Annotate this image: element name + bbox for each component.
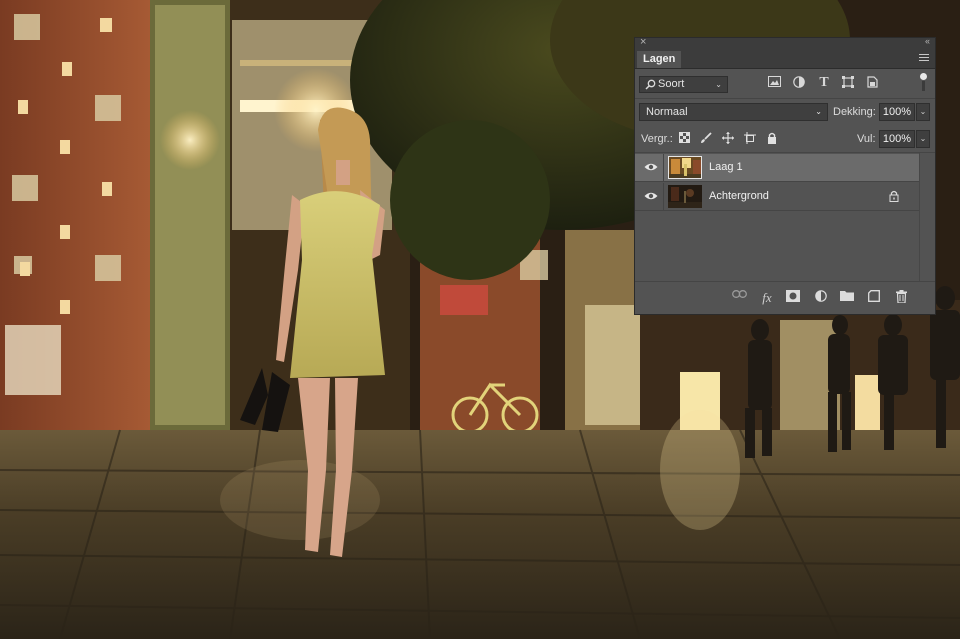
link-layers-icon[interactable] xyxy=(731,290,747,306)
adjustment-filter-icon[interactable] xyxy=(792,76,806,90)
layers-panel: × ‹‹ Lagen Soort ⌄ T Normaal ⌄ Dekking: … xyxy=(634,36,936,315)
type-filter-icon[interactable]: T xyxy=(817,76,831,90)
layer-list: Laag 1 Achtergrond xyxy=(635,153,935,282)
visibility-eye-icon[interactable] xyxy=(644,162,658,174)
lock-label: Vergr.: xyxy=(641,133,673,145)
blend-row: Normaal ⌄ Dekking: 100% ⌄ xyxy=(635,103,935,121)
filter-kind-label: Soort xyxy=(658,78,685,90)
filter-kind-select[interactable]: Soort ⌄ xyxy=(639,76,728,93)
image-filter-icon[interactable] xyxy=(767,76,781,90)
layer-name: Achtergrond xyxy=(709,190,769,202)
fx-icon[interactable]: fx xyxy=(759,290,775,306)
lock-all-icon[interactable] xyxy=(765,132,779,146)
filter-toggle-switch[interactable] xyxy=(920,73,927,91)
lock-row: Vergr.: Vul: 100% ⌄ xyxy=(635,130,935,148)
shape-filter-icon[interactable] xyxy=(841,76,855,90)
opacity-input[interactable]: 100% xyxy=(879,103,915,121)
layer-thumbnail[interactable] xyxy=(668,185,702,208)
chevron-down-icon: ⌄ xyxy=(715,80,722,89)
blend-mode-value: Normaal xyxy=(646,106,688,118)
group-folder-icon[interactable] xyxy=(839,290,855,306)
panel-footer: fx xyxy=(635,281,935,314)
panel-tab-bar: Lagen xyxy=(635,50,935,69)
fill-dropdown[interactable]: ⌄ xyxy=(916,130,930,148)
fill-input[interactable]: 100% xyxy=(879,130,915,148)
adjustment-layer-icon[interactable] xyxy=(813,290,829,306)
lock-image-pixels-icon[interactable] xyxy=(699,132,713,146)
chevron-down-icon: ⌄ xyxy=(815,107,822,116)
filter-row: Soort ⌄ T xyxy=(635,73,935,94)
tab-layers[interactable]: Lagen xyxy=(637,51,682,68)
divider xyxy=(635,98,935,99)
layer-row-laag-1[interactable]: Laag 1 xyxy=(635,154,919,182)
layer-name: Laag 1 xyxy=(709,161,743,173)
divider xyxy=(663,183,664,210)
close-icon[interactable]: × xyxy=(640,36,646,48)
opacity-label: Dekking: xyxy=(833,106,876,118)
lock-transparent-pixels-icon[interactable] xyxy=(677,132,691,146)
panel-menu-icon[interactable] xyxy=(919,54,929,62)
new-layer-icon[interactable] xyxy=(866,290,882,306)
layer-locked-icon[interactable] xyxy=(889,190,899,202)
layer-row-achtergrond[interactable]: Achtergrond xyxy=(635,183,919,211)
layer-list-scrollbar[interactable] xyxy=(919,153,935,282)
lock-position-icon[interactable] xyxy=(721,132,735,146)
blend-mode-select[interactable]: Normaal ⌄ xyxy=(639,103,828,121)
panel-titlebar: × ‹‹ xyxy=(635,36,935,50)
add-mask-icon[interactable] xyxy=(785,290,801,306)
divider xyxy=(663,154,664,181)
smart-object-filter-icon[interactable] xyxy=(865,76,879,90)
collapse-panel-icon[interactable]: ‹‹ xyxy=(925,36,930,46)
trash-icon[interactable] xyxy=(893,290,909,306)
lock-artboard-icon[interactable] xyxy=(743,132,757,146)
fill-label: Vul: xyxy=(857,133,876,145)
layer-thumbnail[interactable] xyxy=(668,156,702,179)
opacity-dropdown[interactable]: ⌄ xyxy=(916,103,930,121)
visibility-eye-icon[interactable] xyxy=(644,191,658,203)
search-icon xyxy=(645,79,656,95)
